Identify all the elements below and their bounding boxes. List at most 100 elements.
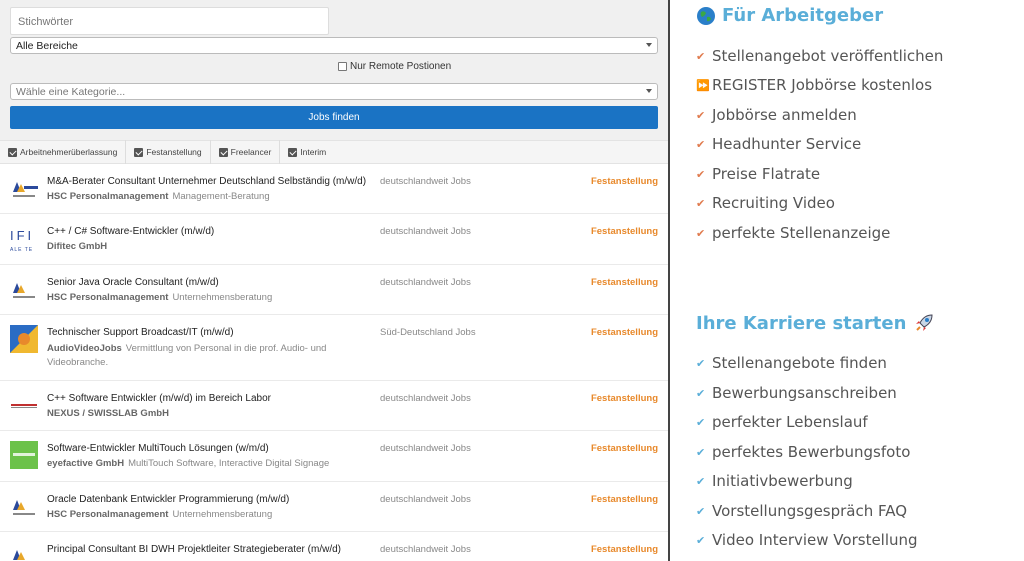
info-sidebar: Für Arbeitgeber ✔ Stellenangebot veröffen… [670,0,1024,561]
career-item-label: Bewerbungsanschreiben [712,384,897,402]
check-icon: ✔ [696,474,706,488]
job-company: HSC Personalmanagement Unternehmensberatu… [47,292,272,303]
career-item-label: perfekter Lebenslauf [712,413,868,431]
career-item-label: Video Interview Vorstellung [712,531,918,549]
job-region: deutschlandweit Jobs [380,393,471,404]
job-row[interactable]: Principal Consultant BI DWH Projektleite… [0,532,668,561]
hsc-logo [13,500,35,515]
check-icon: ✔ [696,196,706,210]
svg-text:ALE TE: ALE TE [10,247,33,252]
bereich-select[interactable]: Alle Bereiche [10,37,658,54]
filter-interim[interactable]: Interim [280,140,334,164]
job-type: Festanstellung [590,176,658,187]
job-type: Festanstellung [590,443,658,454]
company-description: Unternehmensberatung [172,292,273,303]
filter-label: Arbeitnehmerüberlassung [20,147,118,157]
employer-item-video[interactable]: ✔ Recruiting Video [696,194,835,212]
job-row[interactable]: IFI ALE TE C++ / C# Software-Entwickler (… [0,214,668,265]
job-company: NEXUS / SWISSLAB GmbH [47,408,169,419]
career-heading-label: Ihre Karriere starten [696,312,907,334]
job-region: deutschlandweit Jobs [380,226,471,237]
check-icon: ✔ [696,167,706,181]
job-type: Festanstellung [590,277,658,288]
job-row[interactable]: Oracle Datenbank Entwickler Programmieru… [0,482,668,532]
keywords-input[interactable]: Stichwörter [10,7,329,35]
filter-label: Interim [300,147,327,157]
checkbox-icon[interactable] [134,147,144,157]
employer-item-stellenangebot[interactable]: ✔ Stellenangebot veröffentlichen [696,47,943,65]
job-title[interactable]: Software-Entwickler MultiTouch Lösungen … [47,443,269,454]
remote-label: Nur Remote Postionen [350,61,452,72]
checkbox-icon[interactable] [8,147,17,157]
job-title[interactable]: C++ Software Entwickler (m/w/d) im Berei… [47,393,271,404]
fast-forward-icon: ⏩ [696,78,710,92]
employer-item-anmelden[interactable]: ✔ Jobbörse anmelden [696,106,857,124]
company-name: HSC Personalmanagement [47,292,169,303]
check-icon: ✔ [696,356,706,370]
employer-item-stellenanzeige[interactable]: ✔ perfekte Stellenanzeige [696,224,890,242]
job-company: eyefactive GmbH MultiTouch Software, Inte… [47,458,329,469]
employer-item-register[interactable]: ⏩ REGISTER Jobbörse kostenlos [696,76,932,94]
job-title[interactable]: Oracle Datenbank Entwickler Programmieru… [47,494,289,505]
job-row[interactable]: C++ Software Entwickler (m/w/d) im Berei… [0,381,668,431]
career-item-label: perfektes Bewerbungsfoto [712,443,911,461]
job-region: deutschlandweit Jobs [380,443,471,454]
career-item-vorstellung[interactable]: ✔ Vorstellungsgespräch FAQ [696,502,907,520]
check-icon: ✔ [696,533,706,547]
employer-item-label: Stellenangebot veröffentlichen [712,47,944,65]
employer-item-headhunter[interactable]: ✔ Headhunter Service [696,135,861,153]
job-company: AudioVideoJobs Vermittlung von Personal i… [47,342,347,370]
job-row[interactable]: Software-Entwickler MultiTouch Lösungen … [0,431,668,482]
employer-item-label: Preise Flatrate [712,165,821,183]
job-type: Festanstellung [590,494,658,505]
job-search-panel: Stichwörter Alle Bereiche Nur Remote Pos… [0,0,668,561]
find-jobs-button[interactable]: Jobs finden [10,106,658,129]
employer-heading[interactable]: Für Arbeitgeber [696,5,883,26]
check-icon: ✔ [696,49,706,63]
company-description: Management-Beratung [172,191,270,202]
career-item-bewerbungsfoto[interactable]: ✔ perfektes Bewerbungsfoto [696,443,910,461]
hsc-logo [13,283,35,298]
job-row[interactable]: Technischer Support Broadcast/IT (m/w/d)… [0,315,668,381]
filter-arbeitnehmerueberlassung[interactable]: Arbeitnehmerüberlassung [0,140,127,164]
career-item-label: Vorstellungsgespräch FAQ [712,502,908,520]
job-title[interactable]: M&A-Berater Consultant Unternehmer Deuts… [47,176,366,187]
checkbox-icon[interactable] [338,62,347,71]
job-company: HSC Personalmanagement Management-Beratun… [47,191,270,202]
check-icon: ✔ [696,415,706,429]
checkbox-icon[interactable] [288,147,298,157]
employer-item-label: perfekte Stellenanzeige [712,224,891,242]
company-description: Unternehmensberatung [172,509,273,520]
career-item-stellenangebote[interactable]: ✔ Stellenangebote finden [696,354,887,372]
career-item-initiativ[interactable]: ✔ Initiativbewerbung [696,472,853,490]
career-item-lebenslauf[interactable]: ✔ perfekter Lebenslauf [696,413,868,431]
company-name: HSC Personalmanagement [47,191,169,202]
company-description: MultiTouch Software, Interactive Digital… [128,458,330,469]
job-region: deutschlandweit Jobs [380,176,471,187]
audiovideojobs-logo [10,325,38,353]
career-item-label: Stellenangebote finden [712,354,887,372]
svg-text:IFI: IFI [10,228,34,243]
job-company: HSC Personalmanagement Unternehmensberatu… [47,509,272,520]
filter-festanstellung[interactable]: Festanstellung [126,140,211,164]
check-icon: ✔ [696,108,706,122]
employer-heading-label: Für Arbeitgeber [722,5,884,26]
career-item-label: Initiativbewerbung [712,472,853,490]
checkbox-icon[interactable] [218,147,228,157]
career-heading[interactable]: Ihre Karriere starten [696,311,936,335]
job-type-filters: Arbeitnehmerüberlassung Festanstellung F… [0,140,668,164]
job-title[interactable]: C++ / C# Software-Entwickler (m/w/d) [47,226,214,237]
career-item-anschreiben[interactable]: ✔ Bewerbungsanschreiben [696,384,897,402]
job-row[interactable]: Senior Java Oracle Consultant (m/w/d) HS… [0,265,668,315]
career-item-video-interview[interactable]: ✔ Video Interview Vorstellung [696,531,918,549]
job-title[interactable]: Senior Java Oracle Consultant (m/w/d) [47,277,219,288]
job-row[interactable]: M&A-Berater Consultant Unternehmer Deuts… [0,164,668,214]
employer-item-preise[interactable]: ✔ Preise Flatrate [696,165,820,183]
filter-label: Festanstellung [146,147,202,157]
job-region: deutschlandweit Jobs [380,544,471,555]
filter-freelancer[interactable]: Freelancer [211,140,281,164]
job-title[interactable]: Principal Consultant BI DWH Projektleite… [47,544,341,555]
kategorie-select[interactable]: Wähle eine Kategorie... [10,83,658,100]
remote-checkbox[interactable]: Nur Remote Postionen [338,61,451,72]
job-title[interactable]: Technischer Support Broadcast/IT (m/w/d) [47,327,234,338]
